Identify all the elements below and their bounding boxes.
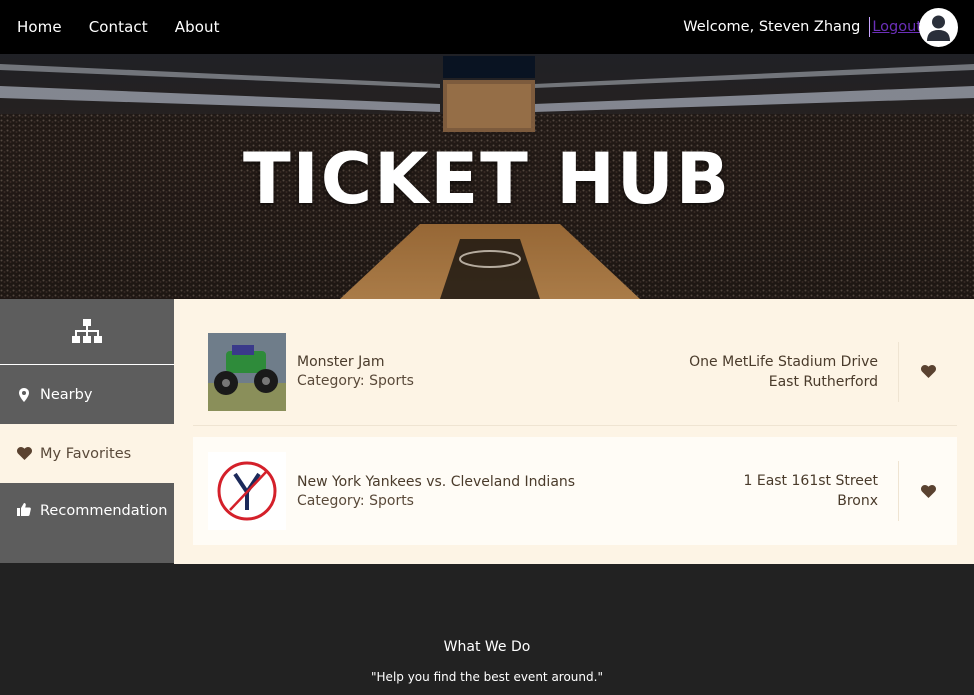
sidebar-item-label: Recommendation (40, 503, 168, 519)
event-card[interactable]: Monster Jam Category: Sports One MetLife… (193, 318, 957, 426)
event-info: Monster Jam Category: Sports (297, 354, 689, 389)
event-info: New York Yankees vs. Cleveland Indians C… (297, 474, 743, 509)
event-name[interactable]: Monster Jam (297, 354, 689, 370)
address-line1: One MetLife Stadium Drive (689, 353, 878, 370)
avatar[interactable] (919, 7, 958, 47)
favorite-button[interactable] (899, 365, 957, 378)
user-area: Welcome, Steven Zhang Logout (683, 0, 958, 54)
nav-home-link[interactable]: Home (17, 18, 62, 36)
footer-text: "Help you find the best event around." (371, 670, 603, 684)
sidebar: Nearby My Favorites Recommendation (0, 299, 174, 564)
hero-title: TICKET HUB (242, 138, 732, 220)
event-address: One MetLife Stadium Drive East Rutherfor… (689, 352, 878, 392)
sitemap-icon (72, 318, 102, 343)
sidebar-item-recommendation[interactable]: Recommendation (0, 483, 174, 563)
event-category: Category: Sports (297, 373, 414, 389)
event-address: 1 East 161st Street Bronx (743, 471, 878, 511)
hero-banner: TICKET HUB (0, 54, 974, 299)
footer: What We Do "Help you find the best event… (0, 564, 974, 695)
footer-title: What We Do (443, 639, 531, 655)
logout-link[interactable]: Logout (872, 19, 922, 35)
nav-contact-link[interactable]: Contact (89, 18, 148, 36)
top-nav: Home Contact About Welcome, Steven Zhang… (0, 0, 974, 54)
nav-about-link[interactable]: About (175, 18, 220, 36)
nav-links: Home Contact About (0, 18, 220, 36)
heart-icon (920, 365, 936, 378)
sidebar-header (0, 299, 174, 365)
map-pin-icon (16, 387, 32, 402)
event-list: Monster Jam Category: Sports One MetLife… (174, 299, 974, 564)
event-category: Category: Sports (297, 492, 414, 509)
nav-separator (869, 17, 871, 37)
heart-icon (16, 447, 32, 460)
welcome-text: Welcome, Steven Zhang (683, 19, 861, 35)
address-line2: East Rutherford (768, 373, 878, 390)
event-image-yankees (208, 452, 286, 530)
event-card[interactable]: New York Yankees vs. Cleveland Indians C… (193, 437, 957, 545)
event-name[interactable]: New York Yankees vs. Cleveland Indians (297, 474, 743, 490)
sidebar-item-label: Nearby (40, 386, 93, 403)
sidebar-item-nearby[interactable]: Nearby (0, 365, 174, 424)
event-image-monster-jam (208, 332, 286, 411)
address-line1: 1 East 161st Street (743, 473, 878, 489)
address-line2: Bronx (837, 493, 878, 509)
sidebar-item-label: My Favorites (40, 445, 132, 462)
thumbs-up-icon (16, 503, 32, 516)
user-icon (927, 15, 950, 41)
heart-icon (920, 484, 936, 498)
sidebar-item-my-favorites[interactable]: My Favorites (0, 424, 174, 483)
favorite-button[interactable] (899, 484, 957, 498)
